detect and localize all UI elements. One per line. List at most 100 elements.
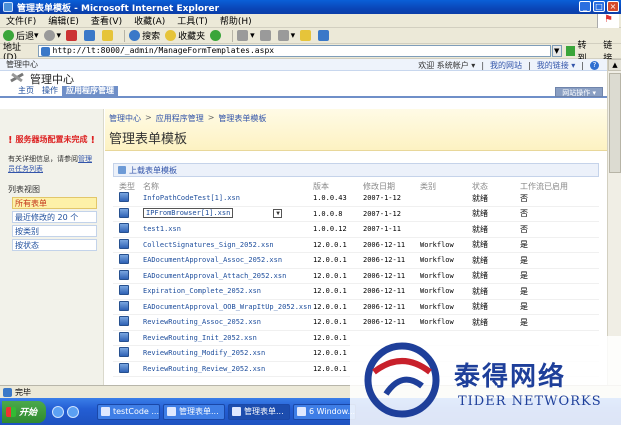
template-name-link[interactable]: ReviewRouting_Modify_2052.xsn [143, 349, 313, 357]
table-row[interactable]: Expiration_Complete_2052.xsn 12.0.0.1 20… [113, 284, 599, 300]
close-button[interactable]: × [607, 1, 619, 12]
template-name-link[interactable]: ReviewRouting_Review_2052.xsn [143, 365, 313, 373]
menu-bar: 文件(F) 编辑(E) 查看(V) 收藏(A) 工具(T) 帮助(H) [0, 14, 621, 28]
col-version[interactable]: 版本 [313, 181, 363, 191]
col-status[interactable]: 状态 [472, 181, 520, 191]
col-category[interactable]: 类别 [420, 181, 472, 191]
topbar-site-link[interactable]: 管理中心 [6, 59, 38, 70]
table-row[interactable]: ReviewRouting_Assoc_2052.xsn 12.0.0.1 20… [113, 315, 599, 331]
table-row[interactable]: EADocumentApproval_Attach_2052.xsn 12.0.… [113, 269, 599, 284]
scroll-thumb[interactable] [609, 73, 621, 173]
table-row[interactable]: test1.xsn 1.0.0.12 2007-1-11 就绪 否 [113, 222, 599, 238]
table-header: 类型 名称 版本 修改日期 类别 状态 工作流已启用 [113, 181, 599, 191]
template-category: Workflow [420, 256, 454, 265]
maximize-button[interactable]: □ [593, 1, 605, 12]
favorites-button[interactable]: 收藏夹 [165, 29, 205, 42]
windows-flag-icon [6, 406, 16, 417]
col-name[interactable]: 名称 [143, 181, 313, 191]
template-name-link[interactable]: IPFromBrowser[1].xsn [143, 208, 234, 219]
print-icon [259, 30, 271, 41]
nav-by-status[interactable]: 按状态 [12, 239, 97, 251]
template-name-link[interactable]: EADocumentApproval_Attach_2052.xsn [143, 272, 313, 280]
page-done-icon [3, 387, 12, 397]
search-button[interactable]: 搜索 [129, 29, 160, 42]
infopath-form-icon [119, 238, 129, 249]
tab-application-management[interactable]: 应用程序管理 [62, 86, 118, 96]
tab-operations[interactable]: 操作 [38, 86, 62, 96]
taskbar-item[interactable]: 管理表单... [163, 403, 226, 420]
template-status: 就绪 [472, 286, 488, 296]
taskbar-item[interactable]: testCode ... [97, 403, 161, 420]
col-workflow[interactable]: 工作流已启用 [520, 181, 580, 191]
nav-by-category[interactable]: 按类别 [12, 225, 97, 237]
desktop-quicklaunch-icon[interactable] [67, 405, 79, 418]
template-status: 就绪 [472, 271, 488, 281]
edit-button[interactable]: ▾ [277, 30, 295, 41]
welcome-menu[interactable]: 欢迎 系统帐户 ▾ [418, 60, 475, 71]
my-links-menu[interactable]: 我的链接 ▾ [537, 60, 576, 71]
menu-help[interactable]: 帮助(H) [220, 14, 252, 27]
template-name-link[interactable]: ReviewRouting_Assoc_2052.xsn [143, 318, 313, 326]
menu-tools[interactable]: 工具(T) [177, 14, 208, 27]
taskbar-item-label: testCode ... [113, 407, 160, 416]
address-input[interactable]: http://lt:8000/_admin/ManageFormTemplate… [37, 45, 551, 57]
table-row[interactable]: InfoPathCodeTest[1].xsn 1.0.0.43 2007-1-… [113, 191, 599, 207]
mail-button[interactable]: ▾ [237, 30, 255, 41]
stop-button[interactable] [66, 30, 79, 41]
start-button[interactable]: 开始 [2, 400, 46, 423]
template-date: 2006-12-11 [363, 287, 406, 296]
template-version: 1.0.0.12 [313, 225, 347, 234]
site-actions-menu[interactable]: 网站操作 ▾ [555, 87, 603, 97]
taskbar-item-active[interactable]: 管理表单... [228, 403, 291, 420]
template-name-link[interactable]: EADocumentApproval_OOB_WrapItUp_2052.xsn [143, 303, 313, 311]
minimize-button[interactable]: _ [579, 1, 591, 12]
template-name-link[interactable]: Expiration_Complete_2052.xsn [143, 287, 313, 295]
quick-launch [52, 405, 79, 418]
table-row[interactable]: CollectSignatures_Sign_2052.xsn 12.0.0.1… [113, 238, 599, 253]
forward-button[interactable]: ▾ [43, 30, 61, 41]
template-status: 就绪 [472, 209, 488, 219]
template-name-link[interactable]: ReviewRouting_Init_2052.xsn [143, 334, 313, 342]
list-view-heading: 列表视图 [8, 185, 40, 194]
template-name-link[interactable]: EADocumentApproval_Assoc_2052.xsn [143, 256, 313, 264]
window-titlebar[interactable]: 管理表单模板 - Microsoft Internet Explorer _ □… [0, 0, 621, 14]
home-button[interactable] [102, 30, 115, 41]
item-menu-dropdown-icon[interactable]: ▼ [273, 209, 283, 219]
menu-view[interactable]: 查看(V) [91, 14, 122, 27]
template-name-link[interactable]: InfoPathCodeTest[1].xsn [143, 194, 313, 202]
template-name-link[interactable]: CollectSignatures_Sign_2052.xsn [143, 241, 313, 249]
upload-form-template-button[interactable]: 上载表单模板 [113, 163, 599, 177]
template-status: 就绪 [472, 240, 488, 250]
my-site-link[interactable]: 我的网站 [490, 60, 522, 71]
template-category: Workflow [420, 318, 454, 327]
menu-file[interactable]: 文件(F) [6, 14, 36, 27]
menu-favorites[interactable]: 收藏(A) [134, 14, 165, 27]
help-icon[interactable]: ? [590, 60, 599, 70]
address-dropdown-button[interactable]: ▼ [551, 45, 562, 57]
tab-home[interactable]: 主页 [14, 86, 38, 96]
nav-recent-20[interactable]: 最近修改的 20 个 [12, 211, 97, 223]
scroll-up-button[interactable]: ▲ [608, 59, 621, 71]
print-button[interactable] [259, 30, 273, 41]
table-row[interactable]: EADocumentApproval_Assoc_2052.xsn 12.0.0… [113, 253, 599, 269]
history-button[interactable] [210, 30, 223, 41]
infopath-form-icon [119, 207, 129, 218]
menu-edit[interactable]: 编辑(E) [48, 14, 79, 27]
col-modified[interactable]: 修改日期 [363, 181, 420, 191]
breadcrumb-app-management[interactable]: 应用程序管理 [156, 113, 204, 124]
table-row-selected[interactable]: IPFromBrowser[1].xsn ▼ 1.0.0.8 2007-1-12 … [113, 207, 599, 222]
edit-icon [277, 30, 289, 41]
template-name-link[interactable]: test1.xsn [143, 225, 313, 233]
title-area: 管理中心 > 应用程序管理 > 管理表单模板 管理表单模板 [105, 109, 607, 151]
messenger-button[interactable] [318, 30, 331, 41]
refresh-button[interactable] [84, 30, 97, 41]
breadcrumb-central-admin[interactable]: 管理中心 [109, 113, 141, 124]
col-type[interactable]: 类型 [113, 181, 143, 191]
nav-all-forms[interactable]: 所有表单 [12, 197, 97, 209]
ie-quicklaunch-icon[interactable] [52, 405, 64, 418]
taskbar-item[interactable]: 6 Window... [293, 403, 357, 420]
folder-button[interactable] [300, 30, 313, 41]
template-workflow: 是 [520, 240, 528, 250]
table-row[interactable]: EADocumentApproval_OOB_WrapItUp_2052.xsn… [113, 300, 599, 315]
warning-icon: ! [8, 135, 13, 146]
